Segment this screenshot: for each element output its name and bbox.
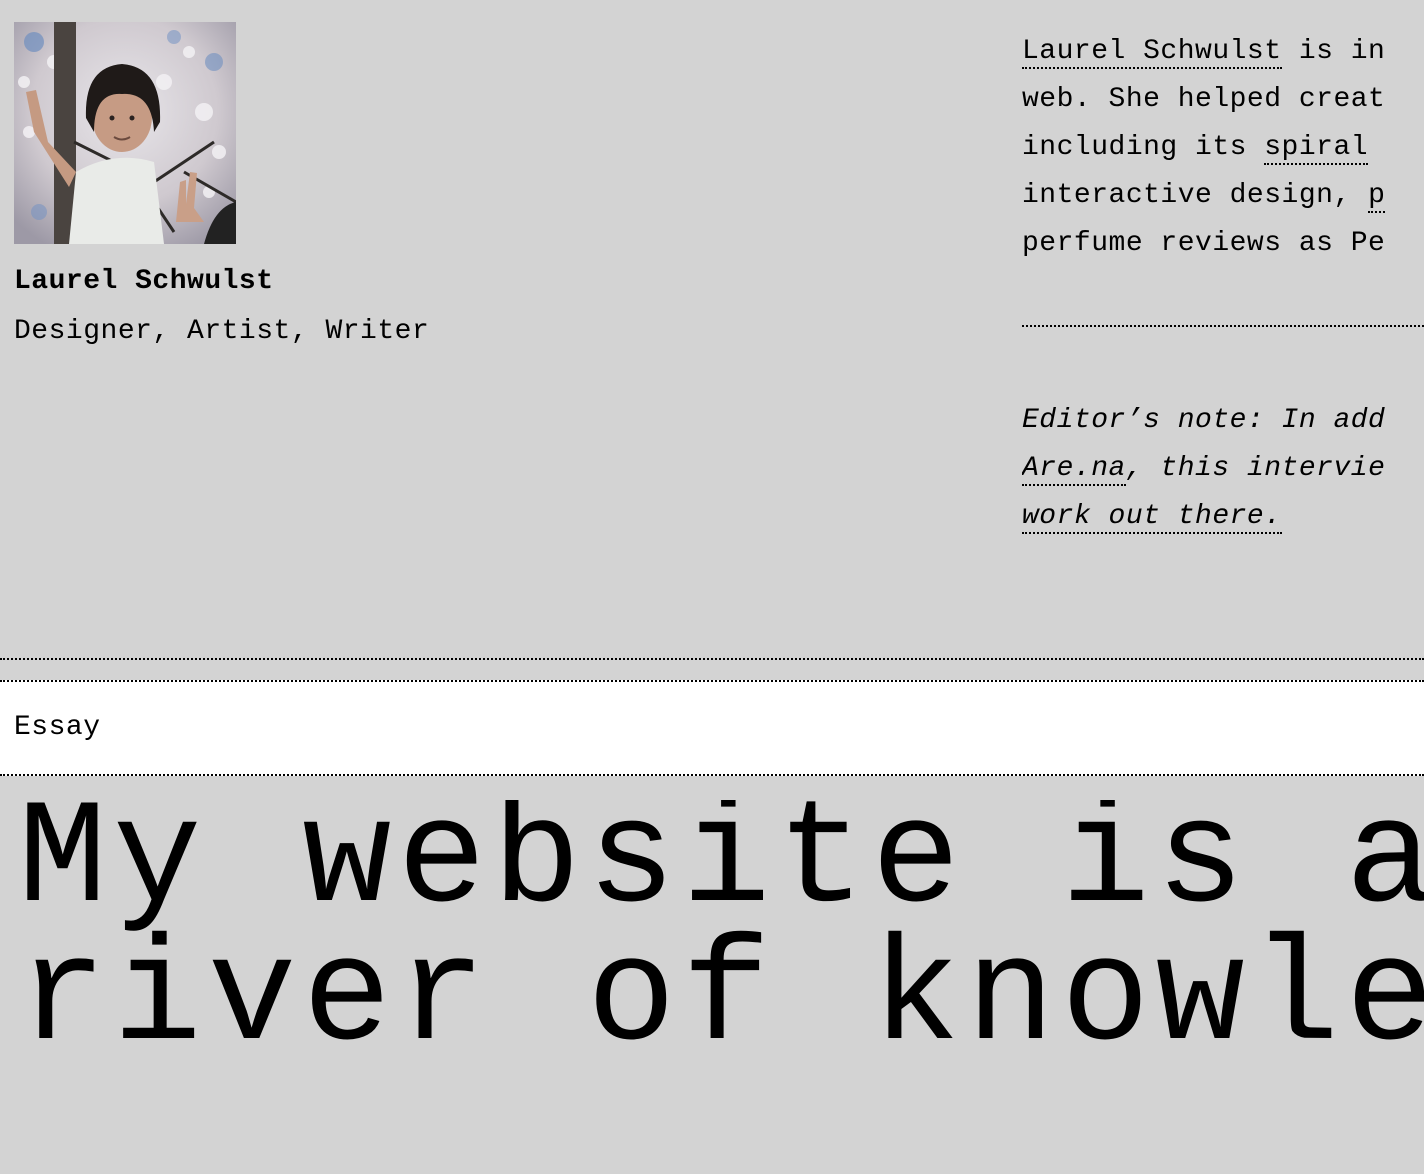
author-name: Laurel Schwulst	[14, 266, 274, 297]
bio-line: perfume reviews as Pe	[1022, 228, 1386, 259]
article-title-line: My website is a sh	[18, 800, 1424, 945]
bio-link[interactable]: p	[1368, 180, 1386, 213]
category-label[interactable]: Essay	[14, 712, 101, 743]
author-photo	[14, 22, 236, 244]
spiral-link[interactable]: spiral	[1264, 132, 1369, 165]
article-header: Laurel Schwulst Designer, Artist, Writer…	[0, 0, 1424, 658]
arena-link[interactable]: Are.na	[1022, 453, 1126, 486]
work-out-there-link[interactable]: work out there.	[1022, 501, 1282, 534]
editor-note-line: Are.na, this intervie	[1022, 445, 1424, 493]
bio-line: web. She helped creat	[1022, 84, 1386, 115]
bio-text: is in	[1281, 36, 1386, 67]
author-role: Designer, Artist, Writer	[14, 316, 430, 347]
bio-text: including its	[1022, 132, 1265, 163]
editor-note-line: work out there.	[1022, 493, 1424, 541]
editor-note-line: Editor’s note: In add	[1022, 405, 1386, 436]
bio-line: Laurel Schwulst is in	[1022, 28, 1424, 76]
author-photo-image	[14, 22, 236, 244]
author-profile-link[interactable]: Laurel Schwulst	[1022, 36, 1282, 69]
author-bio: Laurel Schwulst is in web. She helped cr…	[1022, 28, 1424, 268]
category-bar: Essay	[0, 680, 1424, 776]
editor-note: Editor’s note: In add Are.na, this inter…	[1022, 397, 1424, 541]
editor-note-text: , this intervie	[1125, 453, 1386, 484]
bio-line: including its spiral	[1022, 124, 1424, 172]
bio-line: interactive design, p	[1022, 172, 1424, 220]
article-title: My website is a sh river of knowledge	[18, 800, 1424, 1062]
bio-divider	[1022, 325, 1424, 327]
bio-text: interactive design,	[1022, 180, 1369, 211]
article-title-line: river of knowledge	[18, 916, 1424, 1063]
section-divider	[0, 658, 1424, 660]
